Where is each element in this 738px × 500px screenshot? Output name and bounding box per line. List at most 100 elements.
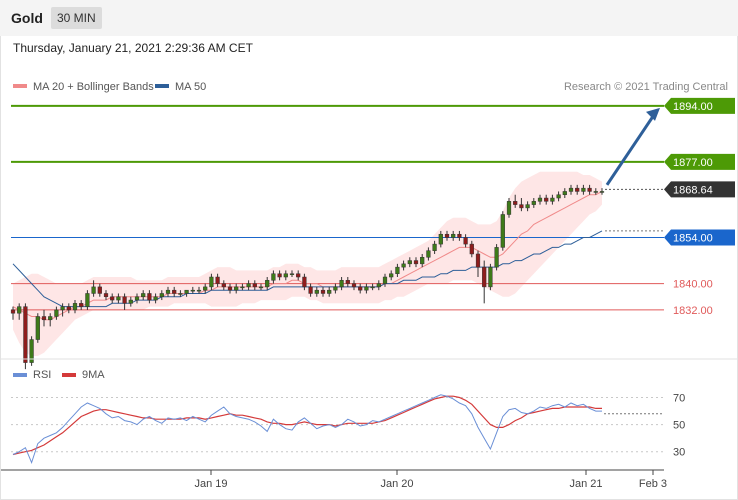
candle-body <box>488 266 493 288</box>
chart-svg: MA 20 + Bollinger Bands MA 50 Research ©… <box>1 81 737 490</box>
candle-body <box>308 286 313 294</box>
candle-body <box>10 309 16 314</box>
candle-body <box>513 201 518 205</box>
rsi-tick-label: 70 <box>673 393 685 405</box>
x-tick-label: Jan 20 <box>380 478 413 490</box>
candle-body <box>469 243 474 255</box>
candle-body <box>153 296 158 301</box>
candle-body <box>556 194 561 199</box>
candle-body <box>339 280 344 288</box>
candle-body <box>599 191 605 193</box>
candle-body <box>562 191 567 195</box>
candle-body <box>91 286 96 294</box>
candle-body <box>79 303 84 307</box>
candle-body <box>364 286 369 291</box>
candle-body <box>215 276 220 284</box>
candle-body <box>351 283 357 288</box>
x-tick-label: Jan 19 <box>194 478 227 490</box>
candle-body <box>48 316 53 321</box>
current-price-label: 1868.64 <box>673 184 713 196</box>
candle-body <box>271 273 276 281</box>
candle-body <box>444 233 450 238</box>
candle <box>494 244 499 271</box>
candle-body <box>252 283 257 288</box>
candle-body <box>227 286 233 291</box>
candle-body <box>289 273 295 275</box>
candle-body <box>581 187 586 192</box>
candle-body <box>407 260 412 265</box>
candle-body <box>116 296 121 301</box>
candle-body <box>296 273 301 278</box>
candle-body <box>172 289 177 294</box>
candle-body <box>234 286 239 291</box>
candle-body <box>97 286 102 294</box>
candle-body <box>463 237 468 245</box>
candle-body <box>246 283 251 288</box>
candle-body <box>550 197 555 202</box>
candle-body <box>141 293 146 298</box>
candle-body <box>110 296 115 301</box>
candle-body <box>593 191 598 193</box>
candle-body <box>54 309 59 317</box>
ma9-legend-label: 9MA <box>82 369 105 381</box>
level-label: 1840.00 <box>673 279 713 291</box>
candle-body <box>23 306 28 363</box>
candle-body <box>457 233 462 238</box>
candle-body <box>165 289 171 294</box>
candle-body <box>41 316 47 321</box>
candle-body <box>221 283 226 288</box>
rsi-pane: 30 50 70 <box>11 393 685 465</box>
candle-body <box>17 306 22 314</box>
candle-body <box>159 293 164 298</box>
level-tag-label: 1894.00 <box>673 101 713 113</box>
candle-body <box>302 276 307 288</box>
candle-body <box>525 204 530 209</box>
level-label: 1832.00 <box>673 305 713 317</box>
candle-body <box>128 299 133 304</box>
candle <box>500 211 505 251</box>
credit-text: Research © 2021 Trading Central <box>564 81 728 93</box>
x-tick-label: Feb 3 <box>639 478 667 490</box>
candle-body <box>178 293 183 295</box>
candle-body <box>265 280 270 288</box>
candle-body <box>376 283 381 288</box>
candle-body <box>413 260 419 265</box>
candle-body <box>475 253 481 268</box>
candle-body <box>482 266 487 288</box>
candle-body <box>544 197 549 202</box>
candle-body <box>283 273 288 278</box>
candle-body <box>72 303 78 311</box>
rsi-legend-swatch <box>13 373 27 377</box>
rsi-line <box>12 394 602 465</box>
candle-body <box>345 280 350 284</box>
candle-body <box>134 296 140 301</box>
candle-body <box>35 316 40 340</box>
bollinger-band-fill <box>13 171 602 356</box>
rsi-tick-label: 30 <box>673 447 685 459</box>
candle-body <box>370 286 375 289</box>
candle-body <box>314 289 319 294</box>
ma20-legend-swatch <box>13 84 27 88</box>
candle-body <box>506 201 512 215</box>
candle-body <box>432 243 437 251</box>
candle-body <box>66 306 71 311</box>
candle-body <box>420 257 425 265</box>
rsi-legend-label: RSI <box>33 369 51 381</box>
candle-body <box>196 289 202 292</box>
candle <box>482 260 487 304</box>
candle-body <box>382 276 388 284</box>
candle-body <box>575 187 580 192</box>
ma50-legend-swatch <box>155 84 169 88</box>
candle-body <box>327 289 332 294</box>
candle-body <box>190 289 195 292</box>
candle-body <box>401 263 406 268</box>
candle-body <box>451 233 456 238</box>
candle-body <box>184 289 189 294</box>
level-tag-label: 1854.00 <box>673 233 713 245</box>
candle-body <box>568 187 574 192</box>
candle-body <box>500 214 505 248</box>
arrow-shaft <box>605 114 656 186</box>
candle-body <box>438 233 443 245</box>
candle-body <box>426 250 431 258</box>
candle-body <box>60 306 65 311</box>
